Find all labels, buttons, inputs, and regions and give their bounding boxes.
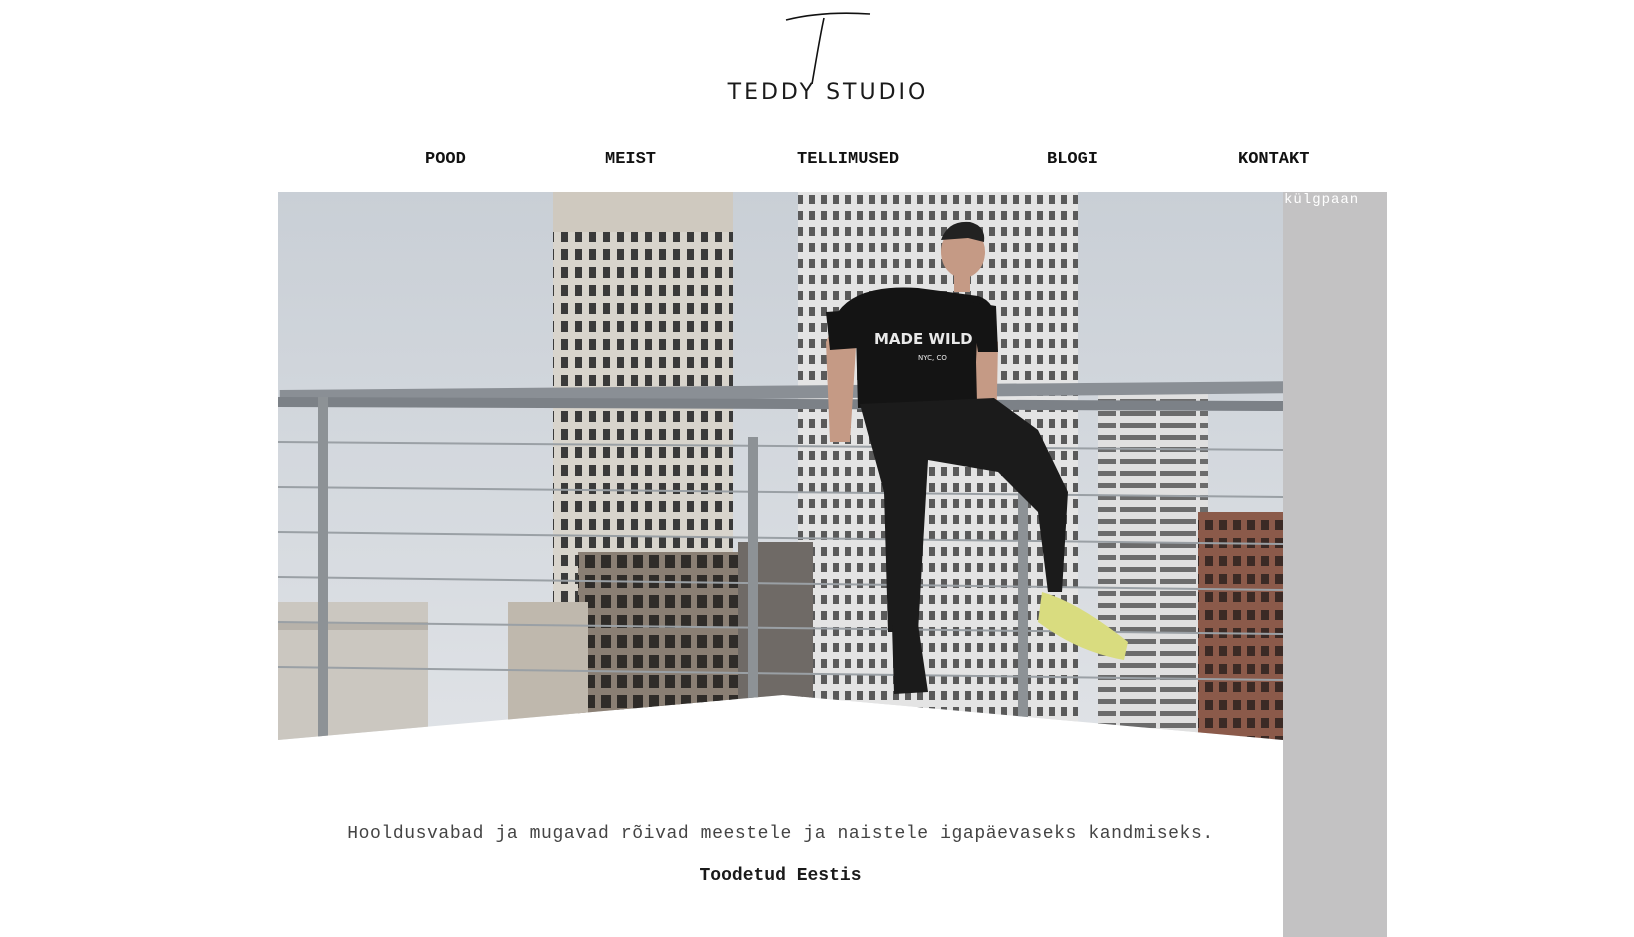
nav-item-tellimused[interactable]: TELLIMUSED [797, 150, 899, 169]
shirt-sub: NYC, CO [918, 354, 947, 362]
tagline-text: Hooldusvabad ja mugavad rõivad meestele … [347, 824, 1214, 844]
main-nav: POOD MEIST TELLIMUSED BLOGI KONTAKT [0, 150, 1634, 176]
nav-item-kontakt[interactable]: KONTAKT [1238, 150, 1309, 169]
side-panel [1283, 192, 1387, 937]
shirt-print: MADE WILD [874, 330, 973, 348]
hero-image: MADE WILD NYC, CO [278, 192, 1283, 740]
made-in-label: Toodetud Eestis [699, 866, 862, 886]
brand-name[interactable]: TEDDY STUDIO [0, 80, 1634, 105]
nav-item-blogi[interactable]: BLOGI [1047, 150, 1098, 169]
hero-photo: MADE WILD NYC, CO [278, 192, 1283, 740]
nav-item-pood[interactable]: POOD [425, 150, 466, 169]
nav-item-meist[interactable]: MEIST [605, 150, 656, 169]
site-header: TEDDY STUDIO [0, 0, 1634, 140]
side-panel-label[interactable]: külgpaan [1284, 192, 1359, 208]
logo-t-icon[interactable] [780, 6, 876, 84]
